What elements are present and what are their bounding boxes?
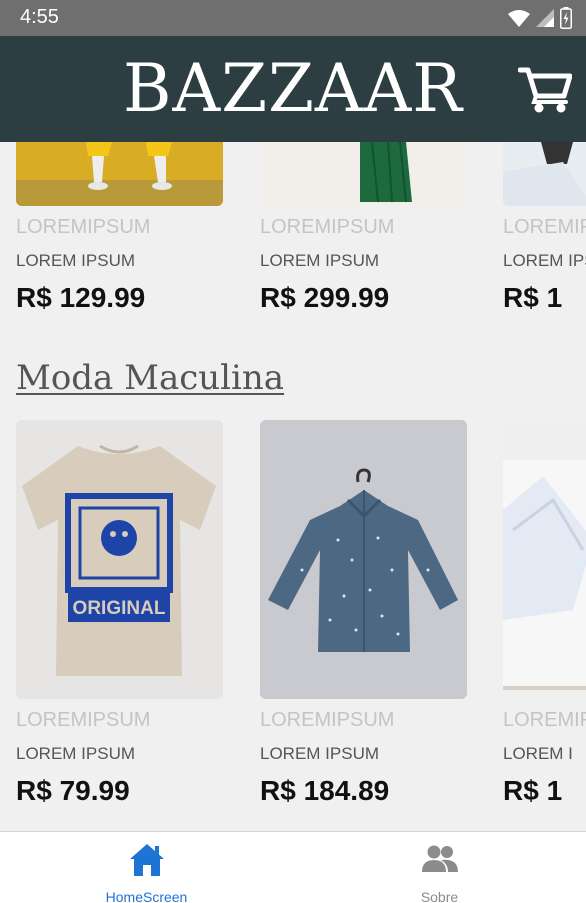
app-header: BAZZAAR xyxy=(0,36,586,142)
product-image xyxy=(260,420,467,699)
product-brand: LOREMIPSUM xyxy=(260,709,395,731)
section-title[interactable]: Moda Maculina xyxy=(16,358,284,398)
product-image: ORIGINAL xyxy=(16,420,223,699)
product-brand: LOREMIPSUM xyxy=(503,709,586,731)
product-list[interactable]: LOREMIPSUM LOREM IPSUM R$ 129.99 LOREMIP… xyxy=(0,142,586,831)
product-card[interactable]: LOREMIPSUM LOREM IPSUM R$ 184.89 xyxy=(260,420,468,806)
tab-homescreen[interactable]: HomeScreen xyxy=(0,832,293,903)
wifi-icon xyxy=(508,10,530,27)
product-price: R$ 129.99 xyxy=(16,282,146,313)
tab-label: HomeScreen xyxy=(105,889,188,903)
battery-icon xyxy=(560,7,572,29)
product-name: LOREM IPSUM xyxy=(16,744,136,763)
product-card[interactable]: LOREMIPSUM LOREM IPSUM R$ 299.99 xyxy=(260,142,468,313)
product-card[interactable]: LOREMIPSUM LOREM IPSUM R$ 129.99 xyxy=(16,142,224,313)
product-brand: LOREMIPSUM xyxy=(503,216,586,238)
product-image xyxy=(503,420,586,699)
product-price: R$ 1 xyxy=(503,282,563,313)
product-price: R$ 1 xyxy=(503,775,563,806)
users-icon xyxy=(421,845,458,872)
cart-button[interactable] xyxy=(517,64,573,114)
shopping-cart-icon xyxy=(517,67,573,113)
tab-label: Sobre xyxy=(420,889,459,903)
shirt-print-text: ORIGINAL xyxy=(73,598,166,619)
product-image xyxy=(503,142,586,206)
home-icon xyxy=(129,844,164,876)
product-name: LOREM IPSUM xyxy=(260,251,380,270)
product-name: LOREM IPSUM xyxy=(16,251,136,270)
status-time: 4:55 xyxy=(20,6,59,28)
product-price: R$ 299.99 xyxy=(260,282,390,313)
product-brand: LOREMIPSUM xyxy=(260,216,395,238)
product-name: LOREM IPSUM xyxy=(503,251,586,270)
bottom-tab-bar: HomeScreen Sobre xyxy=(0,831,586,903)
product-card[interactable]: LOREMIPSUM LOREM I R$ 1 xyxy=(503,420,586,820)
signal-icon xyxy=(536,9,554,27)
product-image xyxy=(16,142,223,206)
product-brand: LOREMIPSUM xyxy=(16,709,151,731)
product-image xyxy=(260,142,467,206)
tab-sobre[interactable]: Sobre xyxy=(293,832,586,903)
product-card[interactable]: ORIGINAL LOREMIPSUM LOREM IPSUM R$ 79.99 xyxy=(16,420,224,806)
product-price: R$ 184.89 xyxy=(260,775,390,806)
product-name: LOREM I xyxy=(503,744,573,763)
product-card[interactable]: LOREMIPSUM LOREM IPSUM R$ 1 xyxy=(503,142,586,332)
app-title: BAZZAAR xyxy=(123,50,463,127)
status-icons xyxy=(508,7,572,29)
status-bar: 4:55 xyxy=(0,0,586,36)
product-name: LOREM IPSUM xyxy=(260,744,380,763)
product-price: R$ 79.99 xyxy=(16,775,130,806)
product-brand: LOREMIPSUM xyxy=(16,216,151,238)
